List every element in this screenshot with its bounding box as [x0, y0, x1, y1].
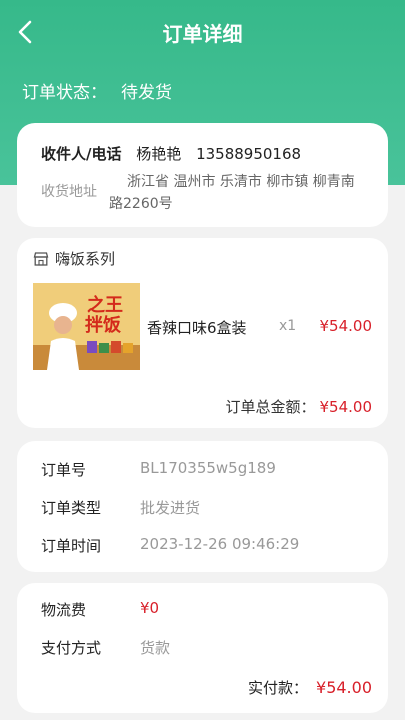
order-info-card: 订单号 BL170355w5g189 订单类型 批发进货 订单时间 2023-1…: [17, 441, 388, 572]
shop-row[interactable]: 嗨饭系列: [33, 248, 115, 269]
shipping-fee-label: 物流费: [41, 601, 87, 619]
receiver-label: 收件人/电话: [41, 145, 122, 163]
order-status-label: 订单状态：: [22, 83, 107, 103]
order-total: 订单总金额： ¥54.00: [225, 396, 372, 417]
product-image[interactable]: 之王 拌饭: [33, 283, 140, 370]
amount-paid: 实付款： ¥54.00: [248, 677, 372, 698]
store-icon: [33, 251, 49, 266]
order-total-value: ¥54.00: [319, 398, 373, 416]
address-line1: 浙江省 温州市 乐清市 柳市镇 柳青南: [127, 174, 355, 190]
amount-paid-value: ¥54.00: [316, 678, 372, 697]
order-no-value: BL170355w5g189: [140, 459, 276, 477]
page-title: 订单详细: [162, 22, 243, 46]
amount-paid-label: 实付款：: [248, 679, 309, 697]
receiver-phone: 13588950168: [196, 145, 302, 163]
payment-method-label: 支付方式: [41, 639, 102, 657]
order-status-value: 待发货: [121, 83, 172, 103]
payment-method-value: 货款: [140, 639, 171, 657]
svg-text:之王: 之王: [87, 294, 123, 316]
payment-card: 物流费 ¥0 支付方式 货款 实付款： ¥54.00: [17, 583, 388, 713]
address-line2: 路2260号: [109, 196, 173, 212]
address-label: 收货地址: [41, 184, 97, 200]
receiver-row: 收件人/电话 杨艳艳 13588950168: [41, 143, 311, 164]
order-type-value: 批发进货: [140, 499, 201, 517]
order-total-label: 订单总金额：: [225, 398, 316, 416]
address-card: 收件人/电话 杨艳艳 13588950168 收货地址 浙江省 温州市 乐清市 …: [17, 123, 388, 227]
order-time-label: 订单时间: [41, 537, 102, 555]
goods-card: 嗨饭系列 之王 拌饭 香辣口味6盒装 x1 ¥54.00 订单总金额： ¥54.0…: [17, 238, 388, 428]
shop-name: 嗨饭系列: [55, 250, 116, 268]
nav-bar: 订单详细: [0, 0, 405, 64]
order-status: 订单状态： 待发货: [22, 78, 186, 103]
product-image-art: 之王 拌饭: [33, 283, 140, 370]
order-type-label: 订单类型: [41, 499, 102, 517]
svg-text:拌饭: 拌饭: [85, 314, 121, 336]
order-time-value: 2023-12-26 09:46:29: [140, 535, 300, 553]
product-name[interactable]: 香辣口味6盒装: [147, 317, 247, 338]
shipping-fee-value: ¥0: [140, 599, 160, 617]
product-price: ¥54.00: [319, 317, 373, 335]
receiver-name: 杨艳艳: [136, 145, 182, 163]
order-no-label: 订单号: [41, 461, 87, 479]
product-quantity: x1: [279, 318, 297, 334]
